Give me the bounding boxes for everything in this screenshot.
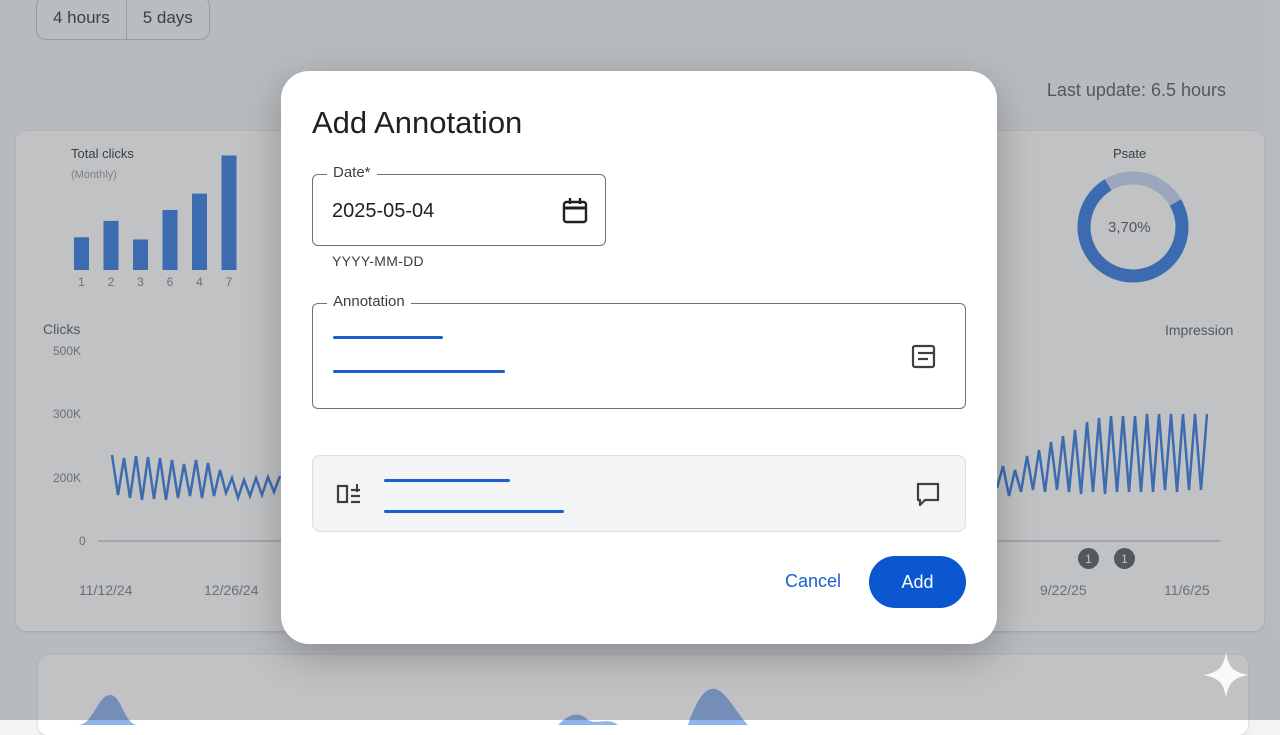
annotation-field-label: Annotation — [327, 293, 411, 310]
comment-icon[interactable] — [915, 481, 941, 507]
sparkle-icon — [1203, 652, 1249, 698]
date-field-label: Date* — [327, 164, 377, 181]
calendar-icon[interactable] — [562, 197, 588, 225]
detail-text-line — [384, 510, 564, 513]
detail-text-line — [384, 479, 510, 482]
list-add-icon[interactable] — [336, 482, 364, 506]
add-annotation-dialog: Add Annotation Date* 2025-05-04 YYYY-MM-… — [281, 71, 997, 644]
annotation-text-line — [333, 336, 443, 339]
date-input-value[interactable]: 2025-05-04 — [332, 200, 434, 223]
annotation-text-line — [333, 370, 505, 373]
date-field[interactable]: Date* 2025-05-04 — [312, 164, 606, 246]
dialog-title: Add Annotation — [312, 105, 523, 140]
annotation-detail-row[interactable] — [312, 455, 966, 532]
annotation-field[interactable]: Annotation — [312, 293, 966, 409]
notes-icon[interactable] — [911, 344, 937, 370]
date-helper-text: YYYY-MM-DD — [332, 253, 424, 269]
cancel-button[interactable]: Cancel — [770, 558, 856, 604]
add-button[interactable]: Add — [869, 556, 966, 608]
